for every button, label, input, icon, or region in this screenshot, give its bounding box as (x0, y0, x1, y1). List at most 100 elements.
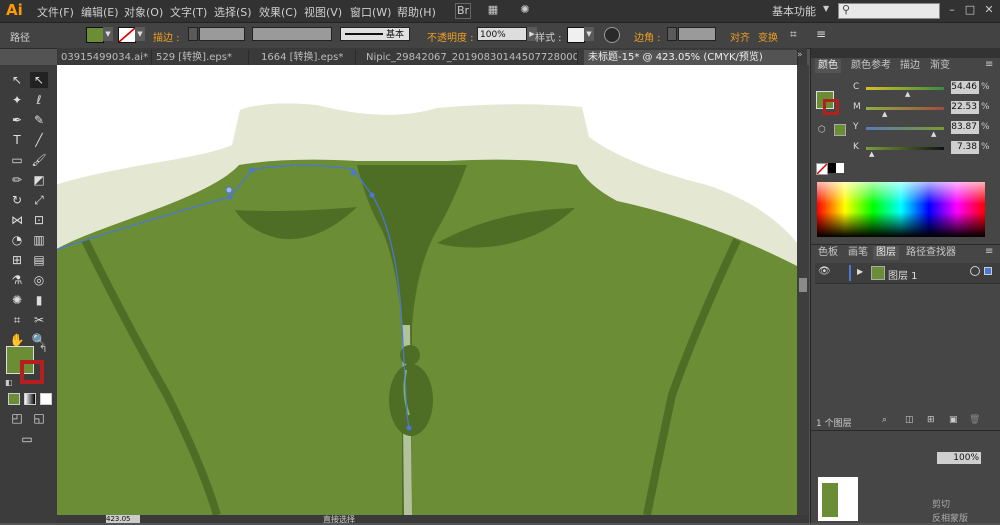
visibility-eye-icon[interactable]: 👁 (818, 266, 831, 277)
fill-swatch[interactable] (86, 27, 104, 43)
doc-tab[interactable]: 1664 [转换].eps* (257, 50, 356, 65)
symbol-sprayer-tool-icon[interactable]: ✺ (8, 292, 26, 308)
gradient-tool-icon[interactable]: ▤ (30, 252, 48, 268)
bridge-icon[interactable]: Br (455, 3, 471, 19)
menu-type[interactable]: 文字(T) (170, 4, 207, 20)
tab-pathfinder[interactable]: 路径查找器 (903, 246, 959, 260)
screen-mode-icon[interactable]: ▭ (18, 431, 36, 447)
stroke-stepper[interactable] (188, 27, 198, 41)
layer-name[interactable]: 图层 1 (888, 267, 918, 282)
selection-tool-icon[interactable]: ↖ (8, 72, 26, 88)
artboard-tool-icon[interactable]: ⌗ (8, 312, 26, 328)
shape-builder-tool-icon[interactable]: ◔ (8, 232, 26, 248)
menu-edit[interactable]: 编辑(E) (81, 4, 119, 20)
create-sublayer-icon[interactable]: ⊞ (927, 415, 935, 425)
recolor-artwork-icon[interactable] (604, 27, 620, 43)
magic-wand-tool-icon[interactable]: ✦ (8, 92, 26, 108)
gradient-mode-icon[interactable] (24, 393, 36, 405)
minimize-icon[interactable]: – (945, 3, 959, 17)
panel-collapse-bar[interactable] (811, 48, 1000, 58)
doc-tab[interactable]: 529 [转换].eps* (152, 50, 249, 65)
stroke-swatch[interactable] (118, 27, 136, 43)
tab-stroke[interactable]: 描边 (897, 59, 923, 73)
tab-color-guide[interactable]: 颜色参考 (848, 59, 894, 73)
gpu-performance-icon[interactable]: ✺ (518, 3, 532, 17)
menu-help[interactable]: 帮助(H) (397, 4, 436, 20)
draw-mode-icon[interactable]: ◰ (8, 410, 26, 426)
stroke-dropdown-icon[interactable]: ▼ (135, 27, 145, 41)
clip-checkbox-label[interactable]: 剪切 (932, 497, 950, 510)
width-tool-icon[interactable]: ⋈ (8, 212, 26, 228)
eraser-tool-icon[interactable]: ◩ (30, 172, 48, 188)
workspace-switcher[interactable]: 基本功能 (772, 3, 816, 19)
status-mode[interactable]: 直接选择 (323, 514, 355, 525)
swap-fill-stroke-icon[interactable]: ↰ (39, 344, 47, 355)
brush-definition[interactable]: 基本 (340, 27, 410, 41)
layer-target-icon[interactable] (970, 266, 980, 276)
menu-effect[interactable]: 效果(C) (259, 4, 297, 20)
tab-overflow-icon[interactable]: » (797, 50, 803, 60)
stroke-label[interactable]: 描边 : (153, 29, 180, 44)
paintbrush-tool-icon[interactable]: 🖌 (30, 152, 48, 168)
black-slider-thumb[interactable]: ▲ (869, 150, 874, 158)
style-dropdown-icon[interactable]: ▼ (584, 27, 594, 41)
pen-tool-icon[interactable]: ✒ (8, 112, 26, 128)
search-input[interactable] (838, 3, 940, 19)
graphic-style-swatch[interactable] (567, 27, 585, 43)
free-transform-tool-icon[interactable]: ⊡ (30, 212, 48, 228)
corner-radius-field[interactable] (678, 27, 716, 41)
lasso-tool-icon[interactable]: ℓ (30, 92, 48, 108)
doc-tab-active[interactable]: 未标题-15* @ 423.05% (CMYK/预览) (584, 50, 798, 65)
menu-window[interactable]: 窗口(W) (350, 4, 391, 20)
opacity-label[interactable]: 不透明度 : (427, 29, 474, 44)
menu-select[interactable]: 选择(S) (214, 4, 252, 20)
white-swatch-icon[interactable] (836, 163, 844, 173)
layers-menu-icon[interactable]: ≡ (985, 246, 993, 257)
tab-gradient[interactable]: 渐变 (927, 59, 953, 73)
magenta-value-field[interactable]: 22.53 (951, 101, 979, 114)
workspace-dropdown-icon[interactable]: ▼ (823, 4, 829, 13)
align-link[interactable]: 对齐 (730, 29, 750, 44)
vertical-scrollbar[interactable] (797, 65, 809, 515)
arrange-docs-icon[interactable]: ▦ (486, 3, 500, 17)
cyan-value-field[interactable]: 54.46 (951, 81, 979, 94)
direct-selection-tool-icon[interactable]: ↖ (30, 72, 48, 88)
type-tool-icon[interactable]: T (8, 132, 26, 148)
eyedropper-tool-icon[interactable]: ⚗ (8, 272, 26, 288)
tab-brushes[interactable]: 画笔 (845, 246, 871, 260)
menu-object[interactable]: 对象(O) (124, 4, 163, 20)
mesh-tool-icon[interactable]: ⊞ (8, 252, 26, 268)
doc-tab[interactable]: 03915499034.ai* (57, 50, 152, 65)
new-layer-icon[interactable]: ▣ (949, 415, 958, 425)
stroke-color-icon[interactable] (20, 360, 44, 384)
menu-view[interactable]: 视图(V) (304, 4, 342, 20)
draw-behind-icon[interactable]: ◱ (30, 410, 48, 426)
default-colors-icon[interactable]: ◧ (5, 378, 13, 387)
rectangle-tool-icon[interactable]: ▭ (8, 152, 26, 168)
graph-tool-icon[interactable]: ▮ (30, 292, 48, 308)
zoom-field[interactable]: 423.05 (106, 515, 140, 523)
black-slider[interactable] (866, 147, 944, 150)
control-panel-menu-icon[interactable]: ≡ (816, 27, 826, 41)
pencil-tool-icon[interactable]: ✏ (8, 172, 26, 188)
vertical-scroll-thumb[interactable] (799, 278, 807, 292)
scale-tool-icon[interactable]: ⤢ (30, 192, 48, 208)
black-swatch-icon[interactable] (828, 163, 836, 173)
none-swatch-icon[interactable] (816, 163, 828, 175)
tab-layers[interactable]: 图层 (873, 246, 899, 260)
magenta-slider[interactable] (866, 107, 944, 110)
expand-triangle-icon[interactable]: ▶ (857, 267, 863, 276)
gamut-swatch[interactable] (834, 124, 846, 136)
yellow-value-field[interactable]: 83.87 (951, 121, 979, 134)
stroke-weight-field[interactable] (199, 27, 245, 41)
color-mode-icon[interactable] (8, 393, 20, 405)
make-clipping-mask-icon[interactable]: ◫ (905, 415, 914, 425)
opacity-field[interactable]: 100% (477, 27, 527, 41)
corner-stepper[interactable] (667, 27, 677, 41)
cyan-slider-thumb[interactable]: ▲ (905, 90, 910, 98)
tab-color[interactable]: 颜色 (815, 59, 841, 73)
curvature-tool-icon[interactable]: ✎ (30, 112, 48, 128)
tab-swatches[interactable]: 色板 (815, 246, 841, 260)
corner-label[interactable]: 边角 : (634, 29, 661, 44)
transparency-opacity-field[interactable]: 100% (937, 452, 981, 464)
